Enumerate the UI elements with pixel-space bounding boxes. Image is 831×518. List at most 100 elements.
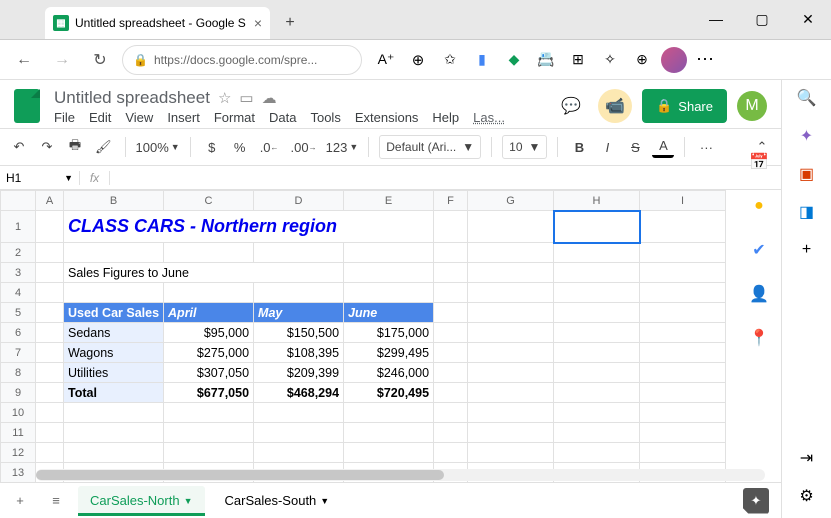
cell[interactable]: $307,050 <box>164 363 254 383</box>
sheet-tab-south[interactable]: CarSales-South▼ <box>213 486 342 516</box>
col-header[interactable]: B <box>64 191 164 211</box>
row-header[interactable]: 8 <box>1 363 36 383</box>
address-bar[interactable]: 🔒 https://docs.google.com/spre... <box>122 45 362 75</box>
toolbar-more-button[interactable]: ··· <box>695 134 717 160</box>
search-icon[interactable]: ⊕ <box>404 46 432 74</box>
select-all-cell[interactable] <box>1 191 36 211</box>
text-color-button[interactable]: A <box>652 136 674 158</box>
add-sheet-button[interactable]: + <box>6 487 34 515</box>
row-header[interactable]: 6 <box>1 323 36 343</box>
col-header[interactable]: C <box>164 191 254 211</box>
sheet-tab-north[interactable]: CarSales-North▼ <box>78 486 205 516</box>
reload-button[interactable]: ↻ <box>84 44 116 76</box>
row-header[interactable]: 10 <box>1 403 36 423</box>
cell[interactable]: $299,495 <box>344 343 434 363</box>
downloads-icon[interactable]: ⊕ <box>628 46 656 74</box>
row-header[interactable]: 9 <box>1 383 36 403</box>
share-button[interactable]: 🔒 Share <box>642 89 727 123</box>
move-icon[interactable]: ▭ <box>239 89 253 107</box>
row-header[interactable]: 3 <box>1 263 36 283</box>
percent-button[interactable]: % <box>229 134 251 160</box>
cell[interactable]: $275,000 <box>164 343 254 363</box>
comments-icon[interactable]: 💬 <box>554 89 588 123</box>
ext-1-icon[interactable]: ▮ <box>468 46 496 74</box>
cell[interactable]: Total <box>64 383 164 403</box>
extensions-icon[interactable]: ⊞ <box>564 46 592 74</box>
browser-menu-button[interactable]: ⋯ <box>692 46 720 74</box>
reader-icon[interactable]: A⁺ <box>372 46 400 74</box>
cell[interactable]: June <box>344 303 434 323</box>
contacts-icon[interactable]: 👤 <box>747 282 771 306</box>
italic-button[interactable]: I <box>596 134 618 160</box>
browser-tab[interactable]: ▦ Untitled spreadsheet - Google S × <box>45 7 270 39</box>
minimize-button[interactable]: ― <box>693 0 739 39</box>
ext-3-icon[interactable]: 📇 <box>532 46 560 74</box>
menu-extensions[interactable]: Extensions <box>355 110 419 125</box>
menu-edit[interactable]: Edit <box>89 110 111 125</box>
sidebar-settings-icon[interactable]: ⚙ <box>795 484 819 508</box>
currency-button[interactable]: $ <box>201 134 223 160</box>
back-button[interactable]: ← <box>8 44 40 76</box>
spreadsheet-grid[interactable]: A B C D E F G H I 1 CLASS CARS - Norther… <box>0 190 781 482</box>
star-icon[interactable]: ☆ <box>218 89 231 107</box>
cloud-icon[interactable]: ☁ <box>262 89 277 107</box>
cell[interactable]: Wagons <box>64 343 164 363</box>
menu-tools[interactable]: Tools <box>310 110 340 125</box>
redo-button[interactable]: ↷ <box>36 134 58 160</box>
sidebar-add-icon[interactable]: + <box>795 238 819 262</box>
maps-icon[interactable]: 📍 <box>747 326 771 350</box>
collections-icon[interactable]: ✧ <box>596 46 624 74</box>
decrease-decimal-button[interactable]: .0← <box>257 134 282 160</box>
account-avatar[interactable]: M <box>737 91 767 121</box>
row-header[interactable]: 2 <box>1 243 36 263</box>
calendar-icon[interactable]: 📅 <box>747 150 771 174</box>
cell[interactable]: April <box>164 303 254 323</box>
cell[interactable]: $95,000 <box>164 323 254 343</box>
menu-data[interactable]: Data <box>269 110 296 125</box>
number-format-select[interactable]: 123▼ <box>326 140 359 155</box>
row-header[interactable]: 4 <box>1 283 36 303</box>
menu-view[interactable]: View <box>125 110 153 125</box>
menu-insert[interactable]: Insert <box>167 110 200 125</box>
menu-format[interactable]: Format <box>214 110 255 125</box>
cell[interactable]: $108,395 <box>254 343 344 363</box>
strike-button[interactable]: S <box>624 134 646 160</box>
sidebar-copilot-icon[interactable]: ✦ <box>795 124 819 148</box>
undo-button[interactable]: ↶ <box>8 134 30 160</box>
col-header[interactable]: H <box>554 191 640 211</box>
sidebar-office-icon[interactable]: ▣ <box>795 162 819 186</box>
sidebar-outlook-icon[interactable]: ◨ <box>795 200 819 224</box>
increase-decimal-button[interactable]: .00→ <box>288 134 320 160</box>
menu-file[interactable]: File <box>54 110 75 125</box>
cell[interactable]: Used Car Sales <box>64 303 164 323</box>
horizontal-scrollbar[interactable] <box>36 469 765 481</box>
row-header[interactable]: 13 <box>1 463 36 483</box>
menu-last-edit[interactable]: Las... <box>473 110 505 125</box>
row-header[interactable]: 1 <box>1 211 36 243</box>
row-header[interactable]: 7 <box>1 343 36 363</box>
all-sheets-button[interactable]: ≡ <box>42 487 70 515</box>
explore-button[interactable]: ✦ <box>743 488 769 514</box>
zoom-select[interactable]: 100%▼ <box>136 140 180 155</box>
cell[interactable]: $246,000 <box>344 363 434 383</box>
row-header[interactable]: 11 <box>1 423 36 443</box>
doc-title[interactable]: Untitled spreadsheet <box>54 88 210 108</box>
profile-avatar[interactable] <box>660 46 688 74</box>
ext-2-icon[interactable]: ◆ <box>500 46 528 74</box>
cell[interactable]: $175,000 <box>344 323 434 343</box>
close-tab-icon[interactable]: × <box>254 15 262 31</box>
col-header[interactable]: A <box>36 191 64 211</box>
cell[interactable]: $209,399 <box>254 363 344 383</box>
keep-icon[interactable]: ● <box>747 194 771 218</box>
cell[interactable]: Sales Figures to June <box>64 263 344 283</box>
cell[interactable]: Utilities <box>64 363 164 383</box>
cell[interactable]: Sedans <box>64 323 164 343</box>
close-window-button[interactable]: ✕ <box>785 0 831 39</box>
forward-button[interactable]: → <box>46 44 78 76</box>
favorites-icon[interactable]: ✩ <box>436 46 464 74</box>
print-button[interactable]: 🖶 <box>64 134 86 160</box>
cell[interactable]: May <box>254 303 344 323</box>
active-cell[interactable] <box>554 211 640 243</box>
sheet-title-cell[interactable]: CLASS CARS - Northern region <box>64 211 434 243</box>
sheets-logo[interactable] <box>10 84 44 128</box>
